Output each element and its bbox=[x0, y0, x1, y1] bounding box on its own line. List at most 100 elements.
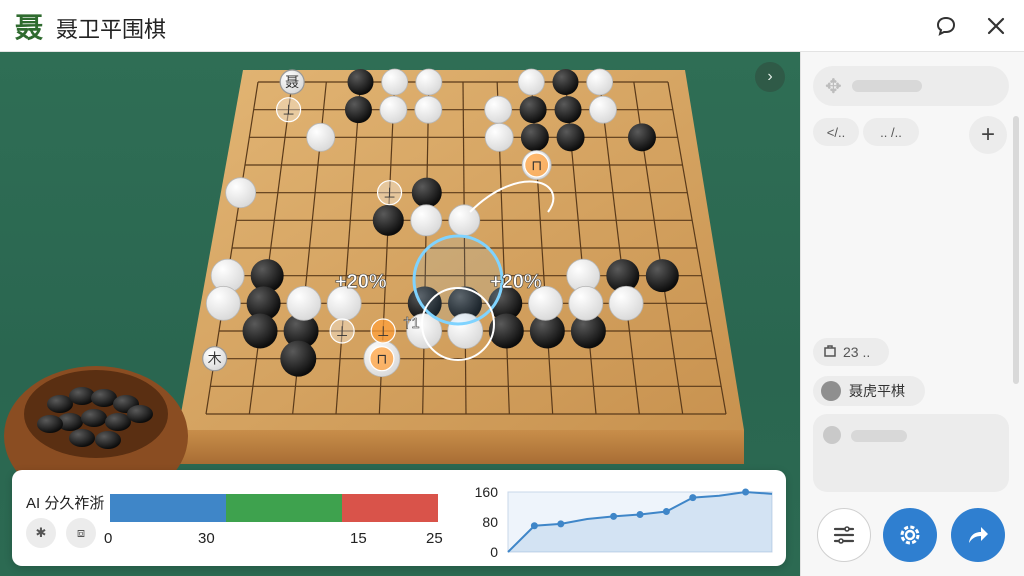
black-stone bbox=[627, 123, 656, 152]
chip-range[interactable]: .. /.. bbox=[863, 118, 919, 146]
black-stone bbox=[645, 259, 679, 293]
left-percent-label: +20% bbox=[335, 271, 387, 293]
chart-point bbox=[610, 512, 618, 520]
bar-tick-2: 15 bbox=[350, 530, 367, 547]
black-stone bbox=[520, 123, 549, 152]
device-icon[interactable]: ⧈ bbox=[66, 518, 96, 548]
bowl-stone bbox=[81, 409, 107, 427]
right-sidebar: ✥ </.. .. /.. + 23 .. 聂虎平棋 bbox=[800, 52, 1024, 576]
score-bar bbox=[110, 494, 438, 522]
white-stone bbox=[410, 204, 443, 237]
analysis-title: AI 分久祚浙 bbox=[26, 495, 105, 512]
chart-point bbox=[689, 494, 697, 502]
message-avatar bbox=[823, 426, 841, 444]
board-marker-label: ⊥ bbox=[377, 324, 389, 340]
white-stone bbox=[517, 68, 545, 96]
bar-tick-0: 0 bbox=[104, 530, 113, 547]
close-icon[interactable] bbox=[980, 10, 1012, 42]
message-card bbox=[813, 414, 1009, 492]
white-stone bbox=[568, 285, 604, 321]
right-percent-label: +20% bbox=[490, 271, 542, 293]
move-count-chip[interactable]: 23 .. bbox=[813, 338, 889, 366]
app-title: 聂卫平围棋 bbox=[56, 18, 167, 43]
center-marker-label: †1 bbox=[403, 315, 420, 332]
chart-ytick-label: 80 bbox=[482, 514, 498, 530]
white-stone bbox=[379, 95, 408, 124]
black-stone bbox=[280, 340, 317, 377]
top-bar: 聂 聂卫平围棋 bbox=[0, 0, 1024, 52]
board-marker-label: 聂 bbox=[285, 75, 299, 91]
header-placeholder bbox=[851, 80, 922, 92]
chart-point bbox=[557, 520, 565, 528]
player-chip[interactable]: 聂虎平棋 bbox=[813, 376, 925, 406]
white-stone bbox=[205, 285, 241, 321]
board-marker-label: ⊓ bbox=[376, 352, 387, 368]
chart-point bbox=[530, 522, 538, 530]
white-stone bbox=[586, 68, 614, 96]
chevron-right-icon[interactable]: › bbox=[755, 62, 785, 92]
bag-icon bbox=[823, 344, 837, 361]
white-stone bbox=[484, 122, 514, 152]
white-stone bbox=[225, 177, 257, 209]
white-stone bbox=[589, 95, 617, 124]
white-stone bbox=[414, 95, 443, 124]
bowl-stone bbox=[37, 415, 63, 433]
chart-ytick-label: 0 bbox=[490, 544, 498, 560]
white-stone bbox=[306, 122, 336, 152]
black-stone bbox=[519, 96, 547, 124]
message-placeholder bbox=[851, 430, 907, 442]
avatar bbox=[821, 381, 841, 401]
black-stone bbox=[344, 96, 372, 124]
score-bar-segment bbox=[225, 494, 284, 522]
analysis-panel: AI 分久祚浙 ✱ ⧈ 0 30 15 25 160 80 0 bbox=[12, 470, 786, 566]
black-stone bbox=[347, 69, 374, 95]
black-stone bbox=[556, 123, 585, 152]
bowl-stone bbox=[47, 395, 73, 413]
chat-bubble-icon[interactable] bbox=[930, 10, 962, 42]
bowl-stone bbox=[95, 431, 121, 449]
score-bar-segment bbox=[283, 494, 342, 522]
bowl-stone bbox=[69, 387, 95, 405]
bar-tick-1: 30 bbox=[198, 530, 215, 547]
search-header[interactable]: ✥ bbox=[813, 66, 1009, 106]
plus-icon[interactable]: + bbox=[969, 116, 1007, 154]
asterisk-icon[interactable]: ✱ bbox=[26, 518, 56, 548]
black-stone bbox=[242, 313, 278, 349]
chart-ytick-label: 160 bbox=[475, 484, 499, 500]
player-name: 聂虎平棋 bbox=[849, 383, 905, 399]
board-marker-label: ⊥ bbox=[383, 186, 395, 202]
move-count: 23 .. bbox=[843, 344, 871, 360]
black-stone bbox=[554, 96, 582, 124]
chart-point bbox=[636, 511, 644, 518]
gear-icon[interactable] bbox=[883, 508, 937, 562]
board-marker-label: ⊓ bbox=[531, 158, 542, 174]
score-bar-segment bbox=[341, 494, 438, 522]
board-edge bbox=[178, 430, 744, 464]
puzzle-icon: ✥ bbox=[825, 75, 842, 98]
bowl-stone bbox=[105, 413, 131, 431]
white-stone bbox=[286, 285, 322, 321]
black-stone bbox=[372, 204, 404, 236]
sidebar-scrollbar[interactable] bbox=[1013, 116, 1019, 384]
board-marker-label: ⊥ bbox=[336, 324, 348, 340]
bowl-stone bbox=[69, 429, 95, 447]
win-rate-chart: 160 80 0 bbox=[475, 484, 773, 560]
white-stone bbox=[484, 95, 513, 124]
white-stone bbox=[415, 68, 443, 96]
board-marker-label: ⊥ bbox=[282, 103, 294, 119]
focus-ring bbox=[412, 234, 504, 326]
board-marker-label: 木 bbox=[208, 352, 222, 368]
chip-code[interactable]: </.. bbox=[813, 118, 859, 146]
black-stone bbox=[411, 177, 442, 208]
share-arrow-icon[interactable] bbox=[951, 508, 1005, 562]
bowl-stone bbox=[127, 405, 153, 423]
app-logo: 聂 bbox=[14, 11, 43, 44]
white-stone bbox=[448, 204, 481, 237]
white-stone bbox=[381, 68, 409, 96]
white-stone bbox=[608, 285, 644, 321]
chart-point bbox=[662, 508, 670, 515]
bar-tick-3: 25 bbox=[426, 530, 443, 547]
score-bar-segment bbox=[110, 494, 226, 522]
menu-lines-icon[interactable] bbox=[817, 508, 871, 562]
chart-point bbox=[742, 488, 750, 496]
